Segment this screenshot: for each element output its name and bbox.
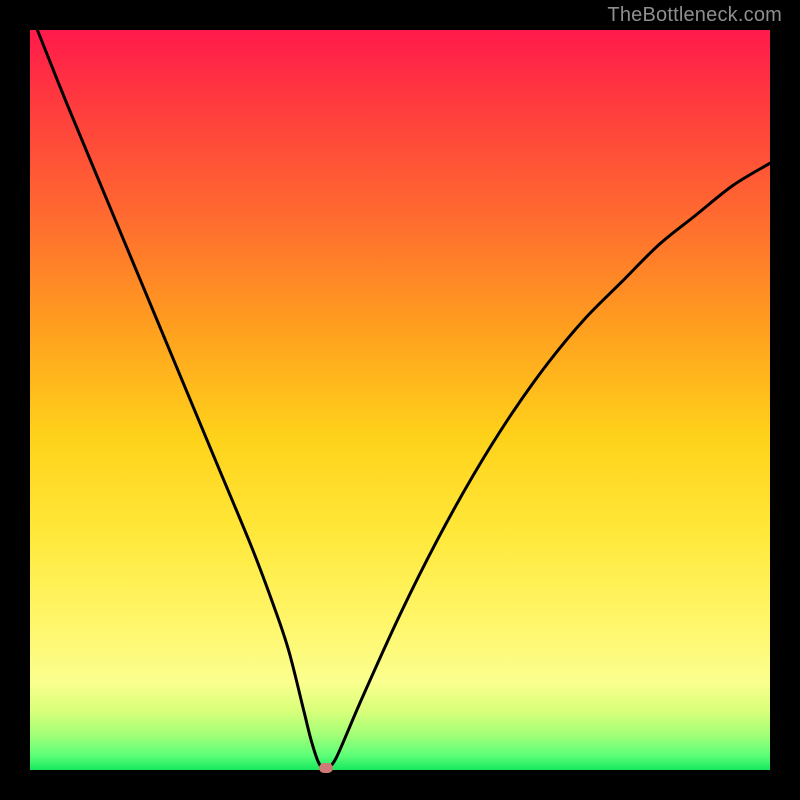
- optimal-marker: [319, 763, 333, 773]
- chart-frame: TheBottleneck.com: [0, 0, 800, 800]
- watermark-text: TheBottleneck.com: [607, 4, 782, 27]
- bottleneck-curve: [30, 30, 770, 770]
